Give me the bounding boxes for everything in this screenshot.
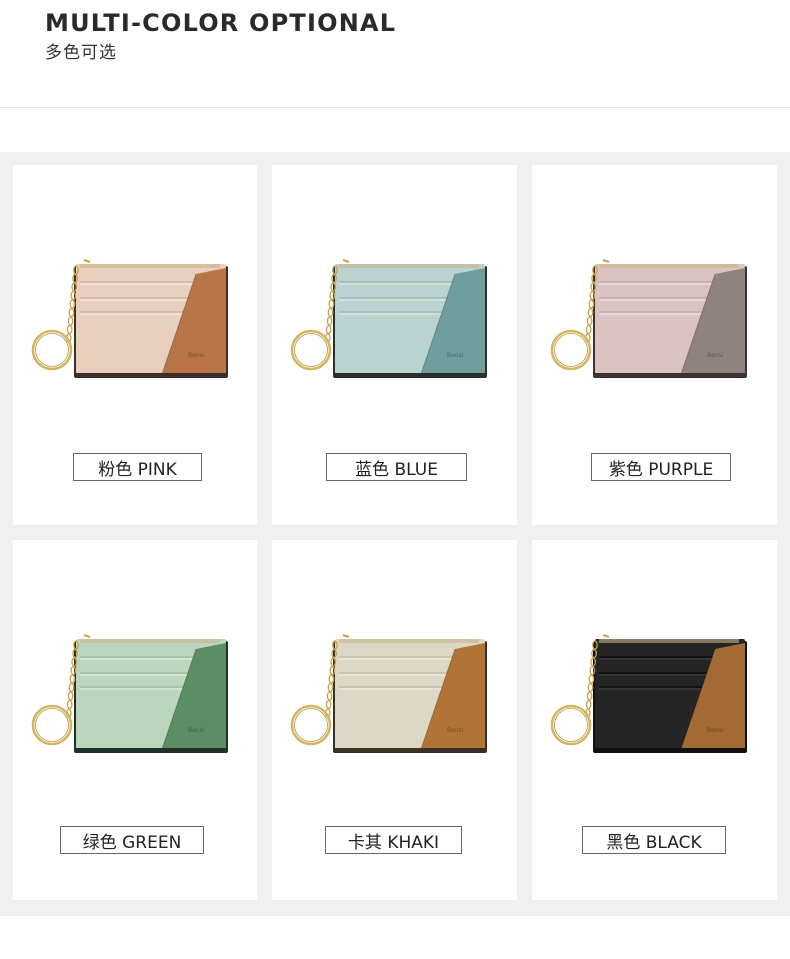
wallet-image: Bensi	[547, 625, 757, 753]
wallet-image: Bensi	[287, 625, 497, 753]
page-title: MULTI-COLOR OPTIONAL	[45, 9, 397, 37]
color-label: 粉色 PINK	[73, 453, 202, 481]
svg-text:Bensi: Bensi	[447, 727, 464, 734]
color-label: 卡其 KHAKI	[325, 826, 462, 854]
color-label: 蓝色 BLUE	[326, 453, 467, 481]
color-label: 绿色 GREEN	[60, 826, 204, 854]
wallet-image: Bensi	[547, 250, 757, 378]
product-card-pink[interactable]: Bensi 粉色 PINK	[13, 165, 257, 525]
wallet-image: Bensi	[28, 250, 238, 378]
svg-text:Bensi: Bensi	[188, 352, 205, 359]
product-card-khaki[interactable]: Bensi 卡其 KHAKI	[272, 540, 517, 900]
page-header: MULTI-COLOR OPTIONAL 多色可选	[0, 0, 790, 108]
color-label: 紫色 PURPLE	[591, 453, 731, 481]
svg-text:Bensi: Bensi	[447, 352, 464, 359]
product-card-black[interactable]: Bensi 黑色 BLACK	[532, 540, 777, 900]
page-subtitle: 多色可选	[45, 43, 117, 63]
product-color-gallery: Bensi 粉色 PINK Bensi 蓝色 BLUE Bensi 紫色 PUR…	[0, 152, 790, 916]
wallet-image: Bensi	[287, 250, 497, 378]
svg-text:Bensi: Bensi	[707, 727, 724, 734]
wallet-image: Bensi	[28, 625, 238, 753]
color-label: 黑色 BLACK	[582, 826, 726, 854]
product-card-green[interactable]: Bensi 绿色 GREEN	[13, 540, 257, 900]
svg-text:Bensi: Bensi	[188, 727, 205, 734]
product-card-purple[interactable]: Bensi 紫色 PURPLE	[532, 165, 777, 525]
product-card-blue[interactable]: Bensi 蓝色 BLUE	[272, 165, 517, 525]
svg-text:Bensi: Bensi	[707, 352, 724, 359]
